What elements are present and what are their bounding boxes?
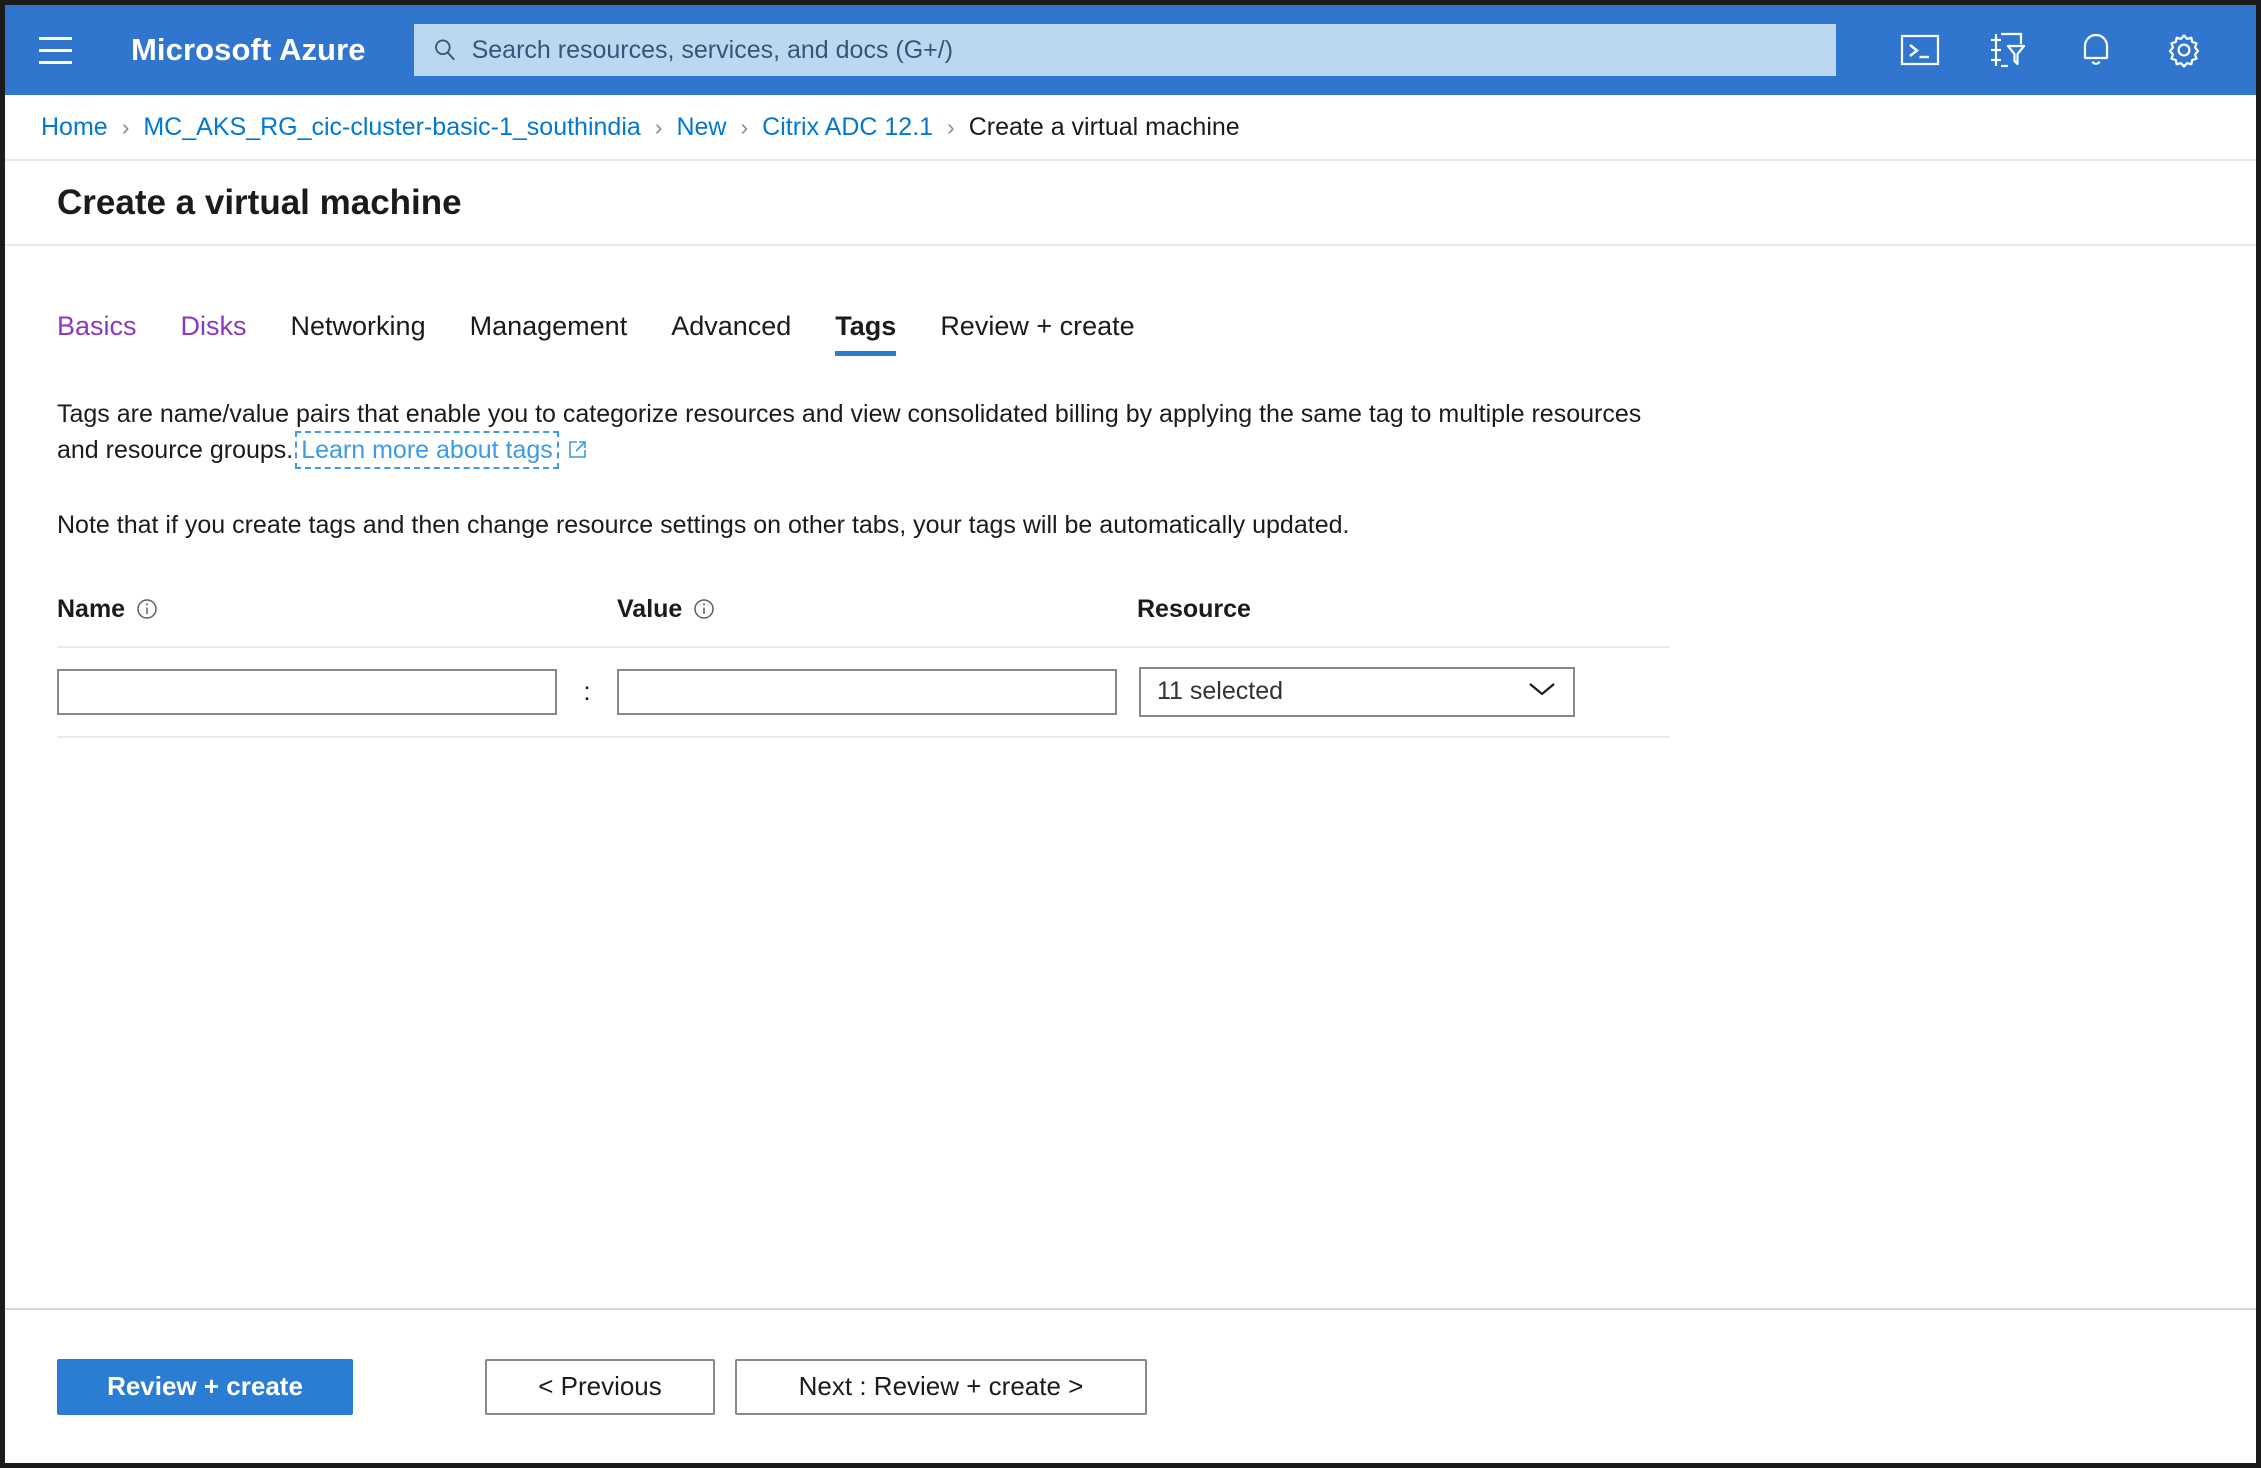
tab-management[interactable]: Management bbox=[470, 311, 628, 356]
external-link-icon bbox=[566, 434, 588, 470]
wizard-footer: Review + create < Previous Next : Review… bbox=[5, 1308, 2256, 1463]
breadcrumb-separator: › bbox=[121, 113, 130, 140]
settings-gear-icon[interactable] bbox=[2140, 15, 2228, 85]
tag-separator-colon: : bbox=[583, 676, 591, 707]
wizard-tabs: Basics Disks Networking Management Advan… bbox=[57, 304, 2204, 356]
breadcrumb-separator: › bbox=[740, 113, 749, 140]
column-header-value: Value bbox=[617, 595, 1137, 624]
column-header-resource-label: Resource bbox=[1137, 594, 1251, 623]
page-title: Create a virtual machine bbox=[57, 182, 462, 222]
breadcrumb-separator: › bbox=[654, 113, 663, 140]
column-header-resource: Resource bbox=[1137, 595, 1669, 624]
tag-value-input[interactable] bbox=[617, 668, 1117, 715]
tags-description-text: Tags are name/value pairs that enable yo… bbox=[57, 400, 1642, 465]
breadcrumb-item-new[interactable]: New bbox=[676, 113, 726, 142]
tab-review-create[interactable]: Review + create bbox=[940, 311, 1134, 356]
blade-content: Basics Disks Networking Management Advan… bbox=[5, 246, 2256, 1308]
global-search[interactable]: Search resources, services, and docs (G+… bbox=[413, 24, 1836, 76]
info-icon[interactable] bbox=[693, 598, 715, 620]
notifications-bell-icon[interactable] bbox=[2052, 15, 2140, 85]
tags-note: Note that if you create tags and then ch… bbox=[57, 510, 1350, 539]
page-title-bar: Create a virtual machine bbox=[5, 161, 2256, 246]
azure-portal-screenshot: Microsoft Azure Search resources, servic… bbox=[0, 0, 2261, 1468]
tag-name-input[interactable] bbox=[57, 668, 557, 715]
tags-description: Tags are name/value pairs that enable yo… bbox=[57, 396, 1677, 471]
breadcrumb-item-resource-group[interactable]: MC_AKS_RG_cic-cluster-basic-1_southindia bbox=[143, 113, 640, 142]
global-header-actions bbox=[1876, 15, 2256, 85]
breadcrumb-separator: › bbox=[947, 113, 955, 140]
directory-filter-icon[interactable] bbox=[1964, 15, 2052, 85]
cloud-shell-icon[interactable] bbox=[1876, 15, 1964, 85]
portal-inner: Microsoft Azure Search resources, servic… bbox=[5, 5, 2256, 1463]
global-header: Microsoft Azure Search resources, servic… bbox=[5, 5, 2256, 95]
info-icon[interactable] bbox=[136, 598, 158, 620]
breadcrumb-item-citrix-adc[interactable]: Citrix ADC 12.1 bbox=[762, 113, 933, 142]
column-header-name: Name bbox=[57, 595, 617, 624]
learn-more-about-tags-link[interactable]: Learn more about tags bbox=[295, 431, 559, 470]
tags-table: Name Value Resource: 11 selected bbox=[57, 595, 1669, 738]
tab-networking[interactable]: Networking bbox=[291, 311, 426, 356]
learn-more-label: Learn more about tags bbox=[301, 436, 553, 465]
tags-table-header: Name Value Resource bbox=[57, 595, 1669, 648]
column-header-value-label: Value bbox=[617, 594, 683, 623]
hamburger-bar bbox=[38, 48, 72, 52]
brand-label[interactable]: Microsoft Azure bbox=[131, 32, 366, 68]
review-create-button[interactable]: Review + create bbox=[57, 1358, 353, 1415]
table-row: : 11 selected bbox=[57, 648, 1669, 738]
hamburger-bar bbox=[38, 36, 72, 40]
column-header-name-label: Name bbox=[57, 594, 126, 623]
tab-disks[interactable]: Disks bbox=[181, 311, 247, 356]
hamburger-icon[interactable] bbox=[29, 24, 81, 76]
breadcrumb-item-current: Create a virtual machine bbox=[968, 112, 1240, 141]
tab-basics[interactable]: Basics bbox=[57, 311, 137, 356]
resource-select[interactable]: 11 selected bbox=[1139, 666, 1575, 717]
search-input-placeholder: Search resources, services, and docs (G+… bbox=[471, 35, 954, 64]
next-review-create-button[interactable]: Next : Review + create > bbox=[735, 1358, 1147, 1415]
previous-button[interactable]: < Previous bbox=[485, 1358, 715, 1415]
tab-tags[interactable]: Tags bbox=[835, 311, 897, 356]
hamburger-bar bbox=[38, 60, 72, 64]
chevron-down-icon bbox=[1527, 680, 1557, 703]
search-icon bbox=[434, 39, 455, 61]
tab-advanced[interactable]: Advanced bbox=[671, 311, 791, 356]
resource-select-value: 11 selected bbox=[1157, 677, 1284, 706]
breadcrumb: Home › MC_AKS_RG_cic-cluster-basic-1_sou… bbox=[5, 95, 2256, 161]
breadcrumb-item-home[interactable]: Home bbox=[41, 113, 108, 142]
